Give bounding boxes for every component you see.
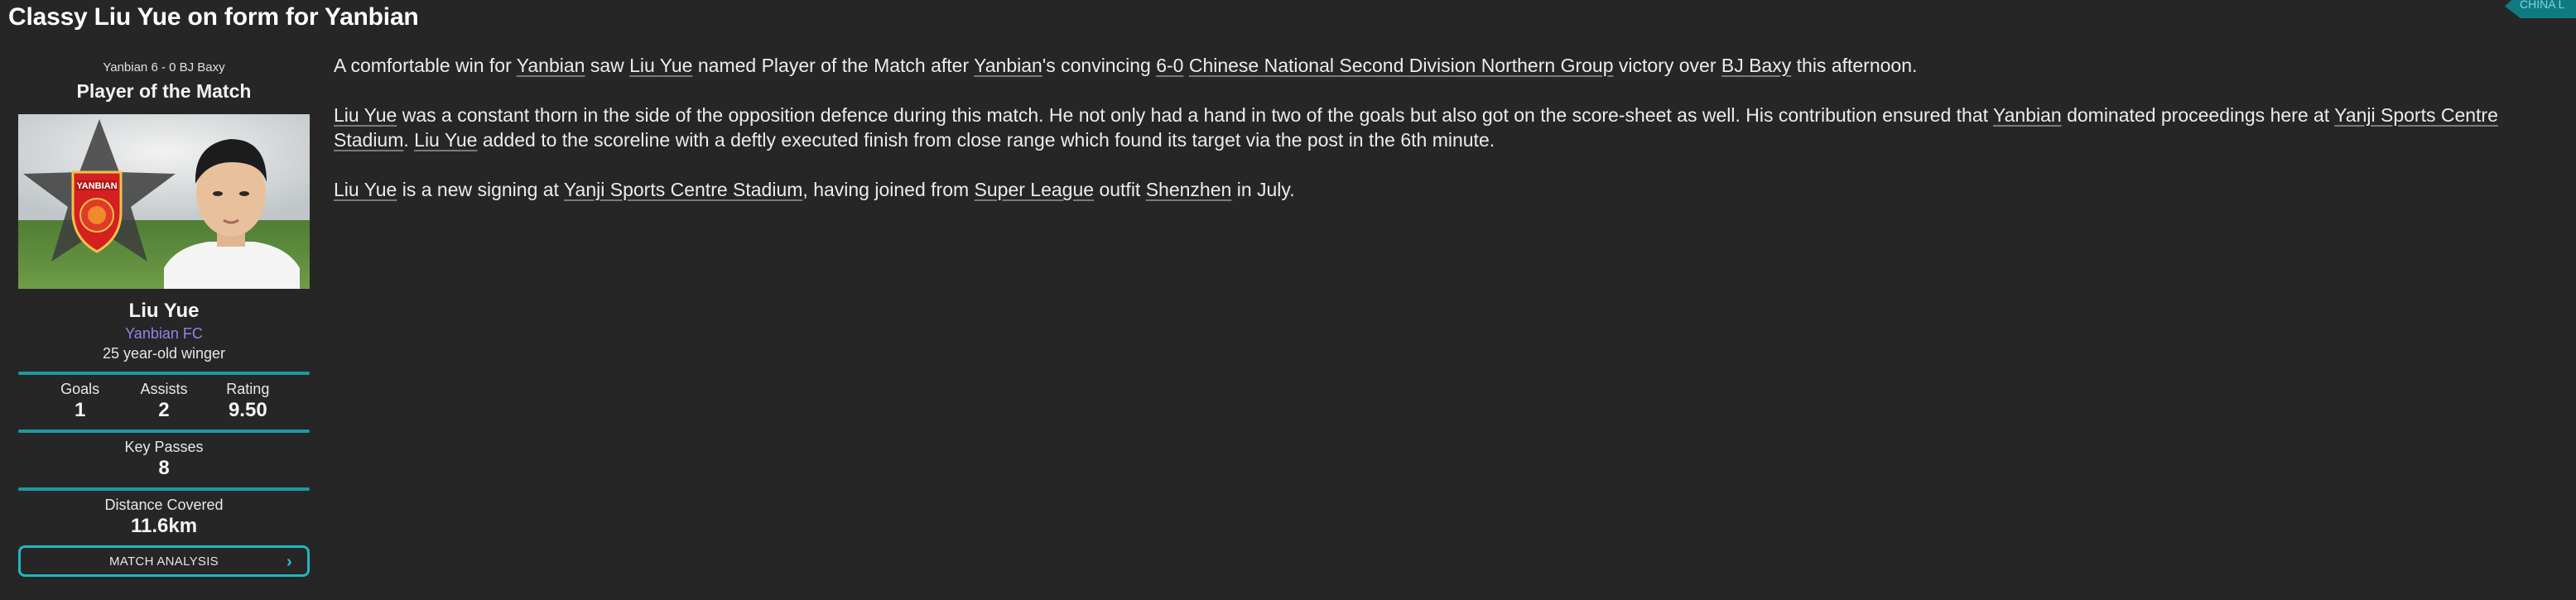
headline: Classy Liu Yue on form for Yanbian xyxy=(8,3,419,31)
text: was a constant thorn in the side of the … xyxy=(397,104,1993,126)
competition-tag[interactable]: CHINA L xyxy=(2505,0,2576,18)
text: victory over xyxy=(1613,55,1721,76)
club-name-link[interactable]: Yanbian FC xyxy=(18,324,310,343)
article-paragraph: A comfortable win for Yanbian saw Liu Yu… xyxy=(334,53,2569,78)
player-link[interactable]: Liu Yue xyxy=(334,104,397,126)
player-photo-image: YANBIAN xyxy=(18,114,310,289)
stat-rating: Rating 9.50 xyxy=(206,380,289,421)
article-body: A comfortable win for Yanbian saw Liu Yu… xyxy=(334,53,2569,227)
stadium-link[interactable]: Yanji Sports Centre Stadium xyxy=(564,179,803,200)
stat-assists: Assists 2 xyxy=(123,380,205,421)
club-link[interactable]: BJ Baxy xyxy=(1721,55,1791,76)
stats-row: Goals 1 Assists 2 Rating 9.50 xyxy=(18,375,310,421)
match-analysis-label: MATCH ANALYSIS xyxy=(108,554,219,569)
stat-value: 11.6km xyxy=(130,515,198,537)
club-link[interactable]: Shenzhen xyxy=(1146,179,1232,200)
stat-label: Assists xyxy=(140,381,188,397)
text: saw xyxy=(585,55,630,76)
match-analysis-button[interactable]: MATCH ANALYSIS › xyxy=(18,545,310,577)
player-name[interactable]: Liu Yue xyxy=(18,299,310,324)
club-link[interactable]: Yanbian xyxy=(974,55,1042,76)
text: , having joined from xyxy=(802,179,975,200)
competition-link[interactable]: Super League xyxy=(975,179,1095,200)
text: 's convincing xyxy=(1042,55,1157,76)
text: . xyxy=(403,129,415,151)
text: is a new signing at xyxy=(397,179,564,200)
stat-goals: Goals 1 xyxy=(39,380,122,421)
club-link[interactable]: Yanbian xyxy=(517,55,585,76)
player-of-the-match-panel: Yanbian 6 - 0 BJ Baxy Player of the Matc… xyxy=(18,60,310,577)
text: outfit xyxy=(1094,179,1146,200)
text: A comfortable win for xyxy=(334,55,517,76)
player-photo[interactable]: YANBIAN xyxy=(18,114,310,289)
text: added to the scoreline with a deftly exe… xyxy=(477,129,1495,151)
score-link[interactable]: 6-0 xyxy=(1156,55,1183,76)
competition-link[interactable]: Chinese National Second Division Norther… xyxy=(1189,55,1614,76)
chevron-right-icon: › xyxy=(286,553,292,571)
article-paragraph: Liu Yue was a constant thorn in the side… xyxy=(334,103,2569,152)
player-link[interactable]: Liu Yue xyxy=(334,179,397,200)
stat-label: Rating xyxy=(226,381,270,397)
stat-value: 9.50 xyxy=(228,399,267,421)
text: dominated proceedings here at xyxy=(2061,104,2335,126)
text: in July. xyxy=(1231,179,1295,200)
stat-label: Distance Covered xyxy=(104,497,224,513)
player-link[interactable]: Liu Yue xyxy=(629,55,692,76)
match-score-line[interactable]: Yanbian 6 - 0 BJ Baxy xyxy=(18,60,310,76)
player-description: 25 year-old winger xyxy=(102,345,226,362)
stat-key-passes: Key Passes 8 xyxy=(18,433,310,479)
stat-label: Goals xyxy=(60,381,100,397)
stat-value: 2 xyxy=(158,399,170,421)
article-paragraph: Liu Yue is a new signing at Yanji Sports… xyxy=(334,177,2569,202)
stat-value: 8 xyxy=(158,457,170,479)
player-link[interactable]: Liu Yue xyxy=(414,129,477,151)
stat-label: Key Passes xyxy=(124,439,204,455)
stat-value: 1 xyxy=(74,399,86,421)
news-item-page: Classy Liu Yue on form for Yanbian CHINA… xyxy=(0,0,2576,600)
svg-text:YANBIAN: YANBIAN xyxy=(76,181,117,191)
stat-distance-covered: Distance Covered 11.6km xyxy=(18,491,310,537)
panel-title: Player of the Match xyxy=(76,80,252,102)
club-link[interactable]: Yanbian xyxy=(1993,104,2062,126)
text: named Player of the Match after xyxy=(692,55,975,76)
text: this afternoon. xyxy=(1791,55,1918,76)
